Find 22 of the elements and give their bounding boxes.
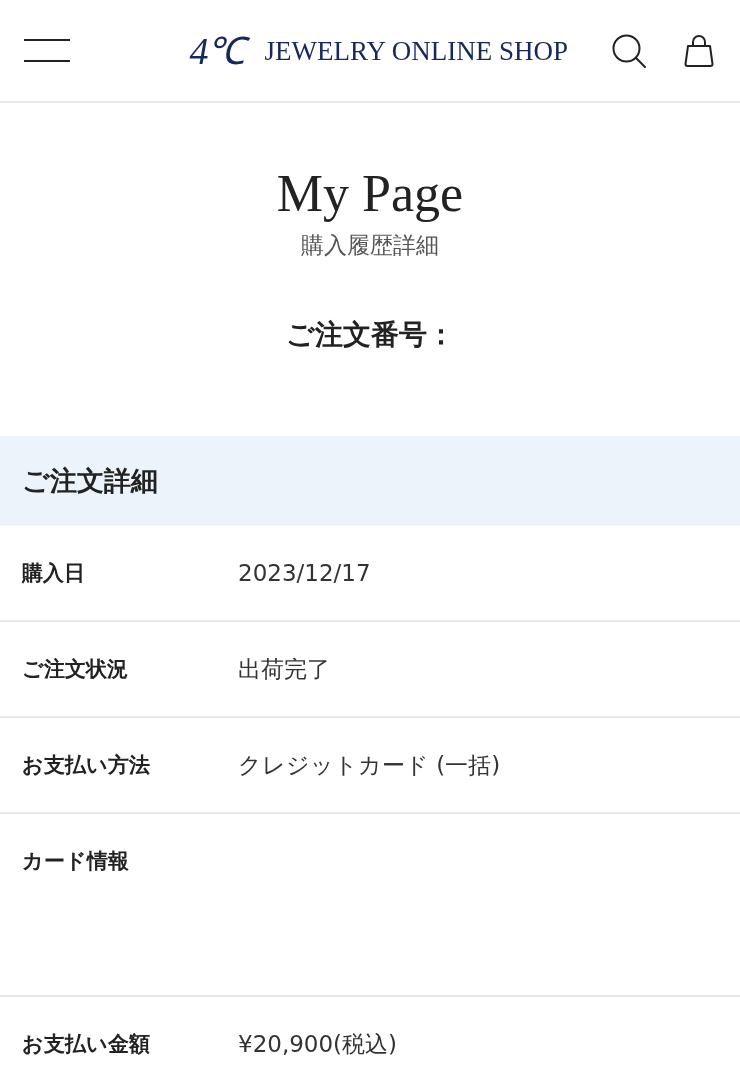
detail-value: 出荷完了 xyxy=(238,655,331,684)
cart-button[interactable] xyxy=(684,34,714,67)
detail-value: 2023/12/17 xyxy=(238,559,372,588)
detail-value: ¥20,900(税込) xyxy=(238,1030,399,1059)
detail-value: クレジットカード (一括) xyxy=(238,751,502,780)
menu-button[interactable] xyxy=(24,39,70,62)
order-number-label: ご注文番号： xyxy=(285,317,455,353)
section-heading: ご注文詳細 xyxy=(0,436,740,526)
logo-mark: 4℃ xyxy=(187,25,249,76)
shop-logo[interactable]: 4℃ JEWELRY ONLINE SHOP xyxy=(187,25,568,76)
search-button[interactable] xyxy=(612,33,646,68)
menu-icon xyxy=(24,39,70,62)
logo-text: JEWELRY ONLINE SHOP xyxy=(264,34,568,67)
detail-label: カード情報 xyxy=(22,848,130,875)
search-icon xyxy=(612,33,646,68)
detail-label: お支払い金額 xyxy=(22,1031,151,1058)
page-title: My Page xyxy=(276,164,464,224)
detail-label: お支払い方法 xyxy=(22,752,151,779)
page-subtitle: 購入履歴詳細 xyxy=(301,231,439,260)
detail-label: 購入日 xyxy=(22,560,86,587)
detail-label: ご注文状況 xyxy=(22,656,129,683)
shopping-bag-icon xyxy=(684,34,714,67)
